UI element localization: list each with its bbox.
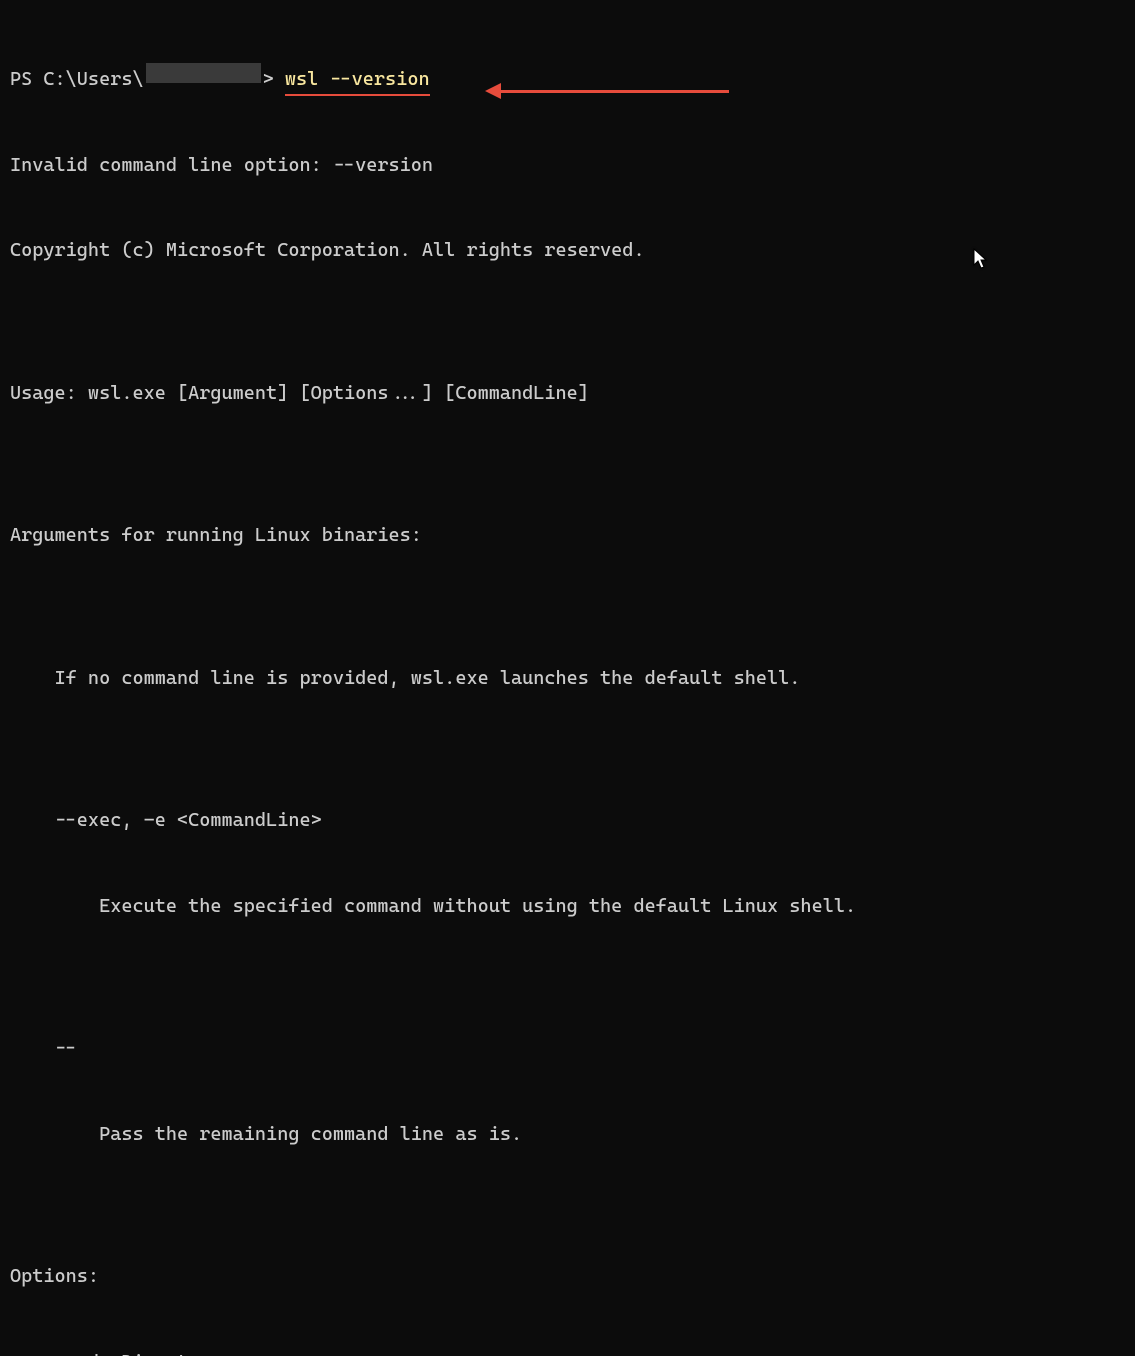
- command-underline-annotation: [285, 94, 430, 96]
- arrow-annotation: [485, 83, 729, 99]
- command-prompt-line: PS C:\Users\ > wsl --version: [10, 65, 1125, 94]
- prompt-prefix: PS C:\Users\: [10, 65, 144, 94]
- output-line: --: [10, 1034, 1125, 1063]
- output-line: Pass the remaining command line as is.: [10, 1120, 1125, 1149]
- redacted-username: [146, 63, 261, 83]
- prompt-caret: >: [263, 65, 285, 94]
- output-line: Arguments for running Linux binaries:: [10, 521, 1125, 550]
- output-line: Copyright (c) Microsoft Corporation. All…: [10, 236, 1125, 265]
- output-line: Execute the specified command without us…: [10, 892, 1125, 921]
- output-line: Options:: [10, 1262, 1125, 1291]
- arrow-line: [499, 90, 729, 93]
- output-line: --exec, -e <CommandLine>: [10, 806, 1125, 835]
- output-line: Invalid command line option: --version: [10, 151, 1125, 180]
- output-line: Usage: wsl.exe [Argument] [Options...] […: [10, 379, 1125, 408]
- command-text: wsl --version: [285, 68, 430, 90]
- terminal-output[interactable]: PS C:\Users\ > wsl --version Invalid comm…: [10, 8, 1125, 1356]
- entered-command: wsl --version: [285, 65, 430, 94]
- output-line: --cd <Directory>: [10, 1348, 1125, 1356]
